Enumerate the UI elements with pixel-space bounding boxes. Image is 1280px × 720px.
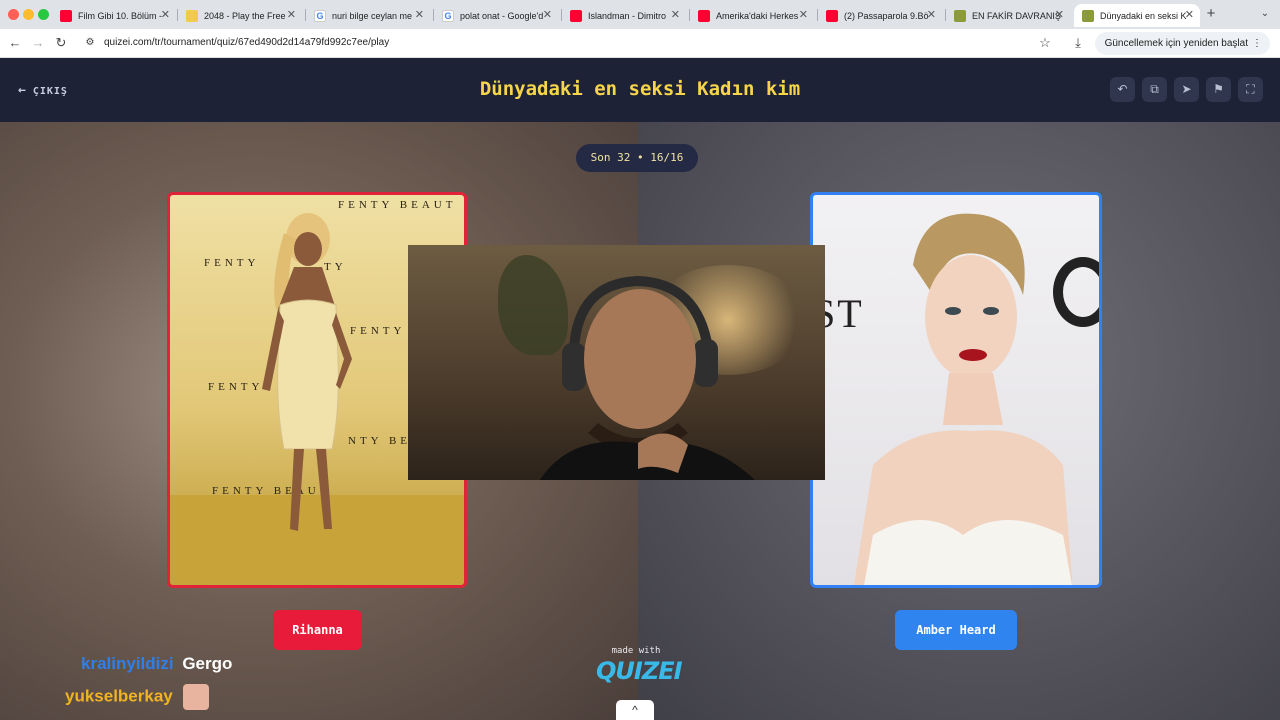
undo-icon: ↶: [1117, 82, 1128, 96]
chat-username: kralinyildizi: [81, 654, 174, 673]
flag-icon: ⚑: [1213, 82, 1224, 96]
address-bar[interactable]: quizei.com/tr/tournament/quiz/67ed490d2d…: [104, 37, 389, 48]
share-button[interactable]: ➤: [1174, 77, 1199, 102]
quizei-icon: [1082, 9, 1094, 22]
tab-label: Amerika'daki Herkes: [716, 10, 799, 21]
tab-label: polat onat - Google'd: [460, 10, 544, 21]
close-tab-icon[interactable]: ✕: [543, 8, 552, 21]
google-icon: G: [442, 9, 454, 22]
chat-text: Gergo: [182, 654, 233, 673]
close-tab-icon[interactable]: ✕: [1185, 8, 1194, 21]
copy-button[interactable]: ⧉: [1142, 77, 1167, 102]
fullscreen-button[interactable]: ⛶: [1238, 77, 1263, 102]
fullscreen-icon: ⛶: [1246, 82, 1255, 96]
tab-label: nuri bilge ceylan me: [332, 10, 413, 21]
bookmark-star-icon[interactable]: ☆: [1036, 34, 1054, 52]
chat-username: yukselberkay: [65, 686, 173, 706]
streamer-figure: [539, 275, 755, 480]
close-window-icon[interactable]: [8, 9, 19, 20]
scroll-up-button[interactable]: ^: [616, 700, 654, 720]
tab-label: Dünyadaki en seksi K: [1100, 10, 1187, 21]
menu-dots-icon: ⋮: [1252, 38, 1262, 49]
chevron-up-icon: ^: [632, 703, 638, 717]
choose-right-button[interactable]: Amber Heard: [895, 610, 1017, 650]
forward-icon[interactable]: →: [29, 34, 47, 52]
quizei-logo[interactable]: QUIZEI: [596, 657, 683, 687]
tab-label: 2048 - Play the Free: [204, 10, 286, 21]
quiz-stage: Son 32 • 16/16 FENTY BEAUT FENTY TY FENT…: [0, 122, 1280, 720]
choose-left-button[interactable]: Rihanna: [273, 610, 362, 650]
browser-tab[interactable]: G nuri bilge ceylan me ✕: [306, 4, 430, 27]
quizei-icon: [954, 9, 966, 22]
report-button[interactable]: ⚑: [1206, 77, 1231, 102]
close-tab-icon[interactable]: ✕: [415, 8, 424, 21]
round-indicator: Son 32 • 16/16: [576, 144, 698, 172]
game-icon: [186, 9, 198, 22]
tab-label: Islandman - Dimitro: [588, 10, 667, 21]
close-tab-icon[interactable]: ✕: [671, 8, 680, 21]
rihanna-figure: [262, 213, 352, 531]
undo-button[interactable]: ↶: [1110, 77, 1135, 102]
reload-icon[interactable]: ↻: [52, 34, 70, 52]
copy-icon: ⧉: [1150, 82, 1159, 96]
youtube-icon: [826, 9, 838, 22]
tab-label: EN FAKİR DAVRANIŞ: [972, 10, 1061, 21]
close-tab-icon[interactable]: ✕: [287, 8, 296, 21]
streamer-webcam: [408, 245, 825, 480]
browser-tab[interactable]: EN FAKİR DAVRANIŞ ✕: [946, 4, 1070, 27]
close-tab-icon[interactable]: ✕: [799, 8, 808, 21]
minimize-window-icon[interactable]: [23, 9, 34, 20]
close-tab-icon[interactable]: ✕: [1055, 8, 1064, 21]
downloads-icon[interactable]: ⤓: [1069, 34, 1087, 52]
youtube-icon: [698, 9, 710, 22]
page-title: Dünyadaki en seksi Kadın kim: [479, 78, 801, 100]
browser-tab[interactable]: G polat onat - Google'd ✕: [434, 4, 558, 27]
maximize-window-icon[interactable]: [38, 9, 49, 20]
close-tab-icon[interactable]: ✕: [927, 8, 936, 21]
browser-tab-strip: Film Gibi 10. Bölüm - ✕ 2048 - Play the …: [0, 0, 1280, 29]
site-info-icon[interactable]: ⚙: [81, 34, 99, 52]
google-icon: G: [314, 9, 326, 22]
youtube-icon: [570, 9, 582, 22]
amber-heard-figure: [853, 213, 1073, 585]
quiz-header: ← ÇIKIŞ Dünyadaki en seksi Kadın kim ↶ ⧉ …: [0, 58, 1280, 122]
close-tab-icon[interactable]: ✕: [161, 8, 170, 21]
send-icon: ➤: [1181, 82, 1192, 96]
chat-message: kralinyildizi Gergo: [81, 654, 232, 674]
tab-label: (2) Passaparola 9.Bö: [844, 10, 929, 21]
browser-tab-active[interactable]: Dünyadaki en seksi K ✕: [1074, 4, 1200, 27]
emote-icon: [183, 684, 210, 710]
made-with-label: made with: [611, 646, 661, 656]
right-choice-card[interactable]: ST: [810, 192, 1102, 588]
chat-message: yukselberkay: [65, 684, 210, 710]
update-restart-button[interactable]: Güncellemek için yeniden başlat ⋮: [1094, 32, 1270, 55]
tab-label: Film Gibi 10. Bölüm -: [78, 10, 163, 21]
browser-tab[interactable]: Islandman - Dimitro ✕: [562, 4, 686, 27]
tab-search-icon[interactable]: ⌄: [1256, 5, 1274, 23]
new-tab-icon[interactable]: +: [1202, 5, 1220, 23]
browser-tab[interactable]: 2048 - Play the Free ✕: [178, 4, 302, 27]
browser-tab[interactable]: Amerika'daki Herkes ✕: [690, 4, 814, 27]
browser-tab[interactable]: (2) Passaparola 9.Bö ✕: [818, 4, 942, 27]
youtube-icon: [60, 9, 72, 22]
browser-tab[interactable]: Film Gibi 10. Bölüm - ✕: [52, 4, 176, 27]
browser-toolbar: ← → ↻ ⚙ quizei.com/tr/tournament/quiz/67…: [0, 29, 1280, 58]
update-label: Güncellemek için yeniden başlat: [1104, 38, 1248, 49]
back-icon[interactable]: ←: [6, 34, 24, 52]
